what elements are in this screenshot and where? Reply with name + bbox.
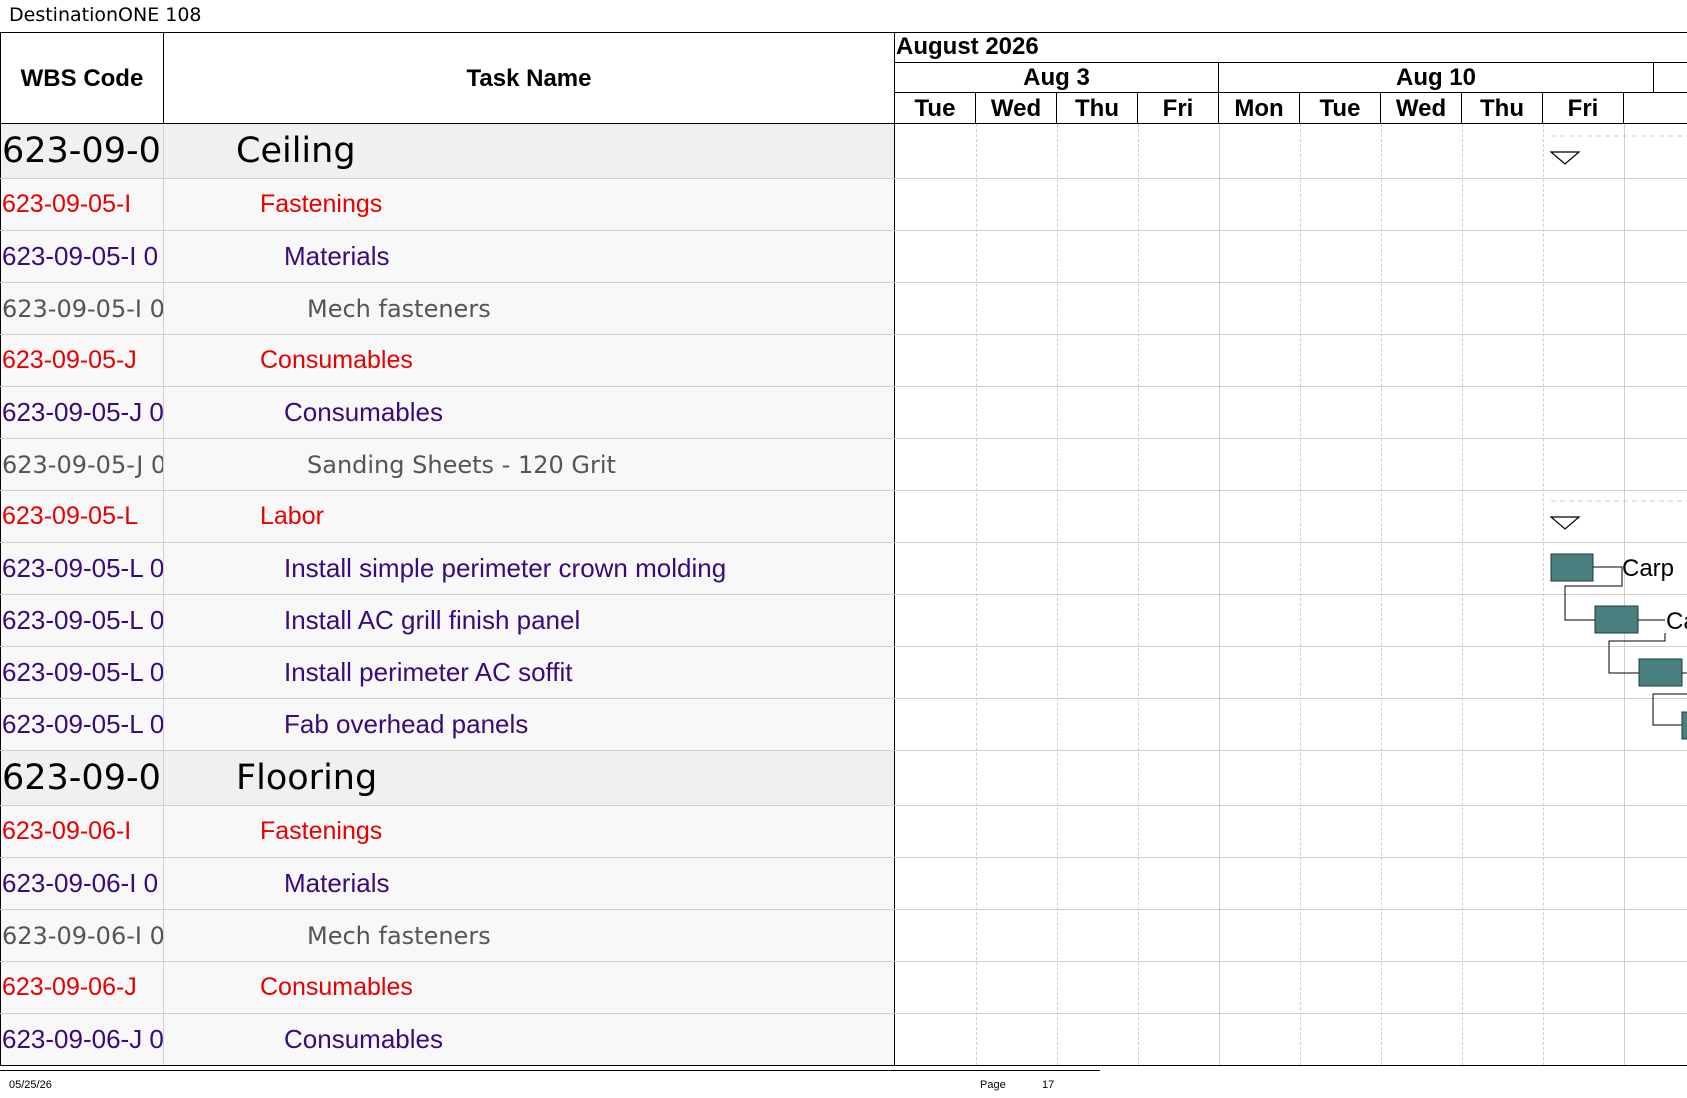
footer-page-number: 17 xyxy=(1042,1079,1055,1091)
table-bottom-border xyxy=(0,1065,1687,1066)
table-header: WBS Code Task Name xyxy=(0,33,895,124)
wbs-code-cell: 623-09-06-I xyxy=(0,806,164,857)
wbs-code-cell: 623-09-05-J 0 xyxy=(0,387,164,438)
footer-date: 05/25/26 xyxy=(9,1079,52,1091)
wbs-code-cell: 623-09-06-J 0 xyxy=(0,1014,164,1065)
task-name-cell: Consumables xyxy=(164,335,895,386)
task-name-cell: Fastenings xyxy=(164,179,895,230)
summary-marker-icon[interactable] xyxy=(1549,516,1581,530)
task-name-cell: Consumables xyxy=(164,962,895,1013)
task-name-cell: Materials xyxy=(164,231,895,282)
column-header-wbs-code[interactable]: WBS Code xyxy=(0,33,164,124)
table-row[interactable]: 623-09-06-I Fastenings xyxy=(0,806,895,858)
gantt-sheet: WBS Code Task Name 623-09-05Ceiling623-0… xyxy=(0,32,1687,1066)
wbs-code-cell: 623-09-05-I 0 xyxy=(0,231,164,282)
wbs-code-cell: 623-09-05 xyxy=(0,124,164,178)
task-name-cell: Sanding Sheets - 120 Grit xyxy=(164,439,895,490)
task-bar[interactable] xyxy=(1594,605,1639,634)
document-title: DestinationONE 108 xyxy=(9,4,202,26)
table-row[interactable]: 623-09-05Ceiling xyxy=(0,124,895,179)
task-name-cell: Install simple perimeter crown molding xyxy=(164,543,895,594)
task-name-cell: Flooring xyxy=(164,751,895,805)
table-row[interactable]: 623-09-05-L 0 Install simple perimeter cr… xyxy=(0,543,895,595)
table-row[interactable]: 623-09-05-L 0 Install AC grill finish pan… xyxy=(0,595,895,647)
task-name-cell: Consumables xyxy=(164,1014,895,1065)
wbs-code-cell: 623-09-05-L 0 xyxy=(0,647,164,698)
table-row[interactable]: 623-09-05-L Labor xyxy=(0,491,895,543)
table-row[interactable]: 623-09-06-I 0 Materials xyxy=(0,858,895,910)
task-name-cell: Mech fasteners xyxy=(164,283,895,334)
task-name-cell: Fab overhead panels xyxy=(164,699,895,750)
task-name-cell: Fastenings xyxy=(164,806,895,857)
task-name-cell: Ceiling xyxy=(164,124,895,178)
table-row[interactable]: 623-09-06-J 0 Consumables xyxy=(0,1014,895,1066)
table-row[interactable]: 623-09-05-J 0 Consumables xyxy=(0,387,895,439)
table-row[interactable]: 623-09-05-J 01 Sanding Sheets - 120 Grit xyxy=(0,439,895,491)
page-footer: 05/25/26 Page 17 xyxy=(0,1070,1100,1098)
wbs-code-cell: 623-09-05-L 0 xyxy=(0,699,164,750)
wbs-code-cell: 623-09-05-J xyxy=(0,335,164,386)
table-row[interactable]: 623-09-05-I Fastenings xyxy=(0,179,895,231)
task-name-cell: Install perimeter AC soffit xyxy=(164,647,895,698)
table-row[interactable]: 623-09-06-I 01 Mech fasteners xyxy=(0,910,895,962)
table-row[interactable]: 623-09-05-I 01 Mech fasteners xyxy=(0,283,895,335)
task-bar-label: Ca xyxy=(1666,608,1687,635)
table-row[interactable]: 623-09-05-I 0 Materials xyxy=(0,231,895,283)
task-table: WBS Code Task Name 623-09-05Ceiling623-0… xyxy=(0,33,895,1066)
task-name-cell: Mech fasteners xyxy=(164,910,895,961)
task-name-cell: Install AC grill finish panel xyxy=(164,595,895,646)
table-row[interactable]: 623-09-06-J Consumables xyxy=(0,962,895,1014)
wbs-code-cell: 623-09-05-J 01 xyxy=(0,439,164,490)
wbs-code-cell: 623-09-05-L 0 xyxy=(0,543,164,594)
wbs-code-cell: 623-09-05-I 01 xyxy=(0,283,164,334)
wbs-code-cell: 623-09-06 xyxy=(0,751,164,805)
task-name-cell: Materials xyxy=(164,858,895,909)
gantt-bars-layer: Carp Ca xyxy=(1549,135,1687,740)
table-row[interactable]: 623-09-05-J Consumables xyxy=(0,335,895,387)
task-bar[interactable] xyxy=(1681,711,1687,740)
task-name-cell: Labor xyxy=(164,491,895,542)
summary-marker-icon[interactable] xyxy=(1549,151,1581,165)
task-bar-label: Carp xyxy=(1622,555,1674,582)
task-bar[interactable] xyxy=(1550,553,1594,582)
table-row[interactable]: 623-09-05-L 0 Install perimeter AC soffit xyxy=(0,647,895,699)
task-name-cell: Consumables xyxy=(164,387,895,438)
table-row[interactable]: 623-09-06Flooring xyxy=(0,751,895,806)
wbs-code-cell: 623-09-06-I 01 xyxy=(0,910,164,961)
table-row[interactable]: 623-09-05-L 0 Fab overhead panels xyxy=(0,699,895,751)
wbs-code-cell: 623-09-05-L 0 xyxy=(0,595,164,646)
wbs-code-cell: 623-09-06-I 0 xyxy=(0,858,164,909)
column-header-task-name[interactable]: Task Name xyxy=(164,33,895,124)
wbs-code-cell: 623-09-05-L xyxy=(0,491,164,542)
footer-page-label: Page xyxy=(980,1079,1006,1091)
wbs-code-cell: 623-09-05-I xyxy=(0,179,164,230)
wbs-code-cell: 623-09-06-J xyxy=(0,962,164,1013)
task-rows: 623-09-05Ceiling623-09-05-IFastenings623… xyxy=(0,124,895,1066)
gantt-chart: August 2026 Aug 3 Aug 10 Tue Wed Thu Fri Mon… xyxy=(895,33,1687,1065)
task-bar[interactable] xyxy=(1638,658,1683,687)
